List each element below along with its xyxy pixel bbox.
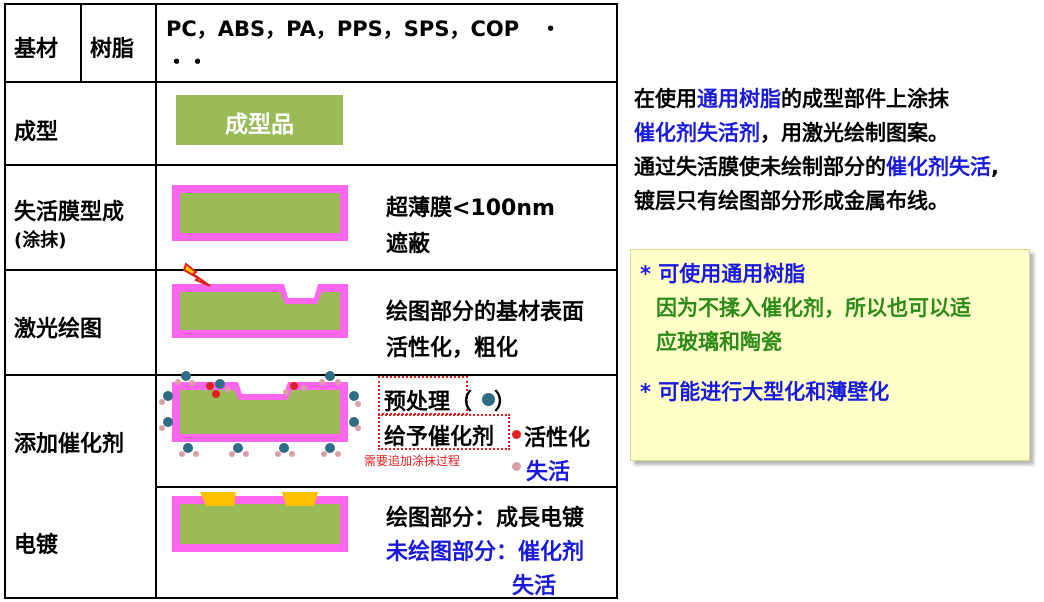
column-divider xyxy=(155,3,157,599)
laser-diagram xyxy=(172,262,348,338)
table-border-left xyxy=(4,3,6,599)
film-shield-text: 遮蔽 xyxy=(386,232,431,257)
resin-part xyxy=(180,504,340,544)
explanation-line-2: 催化剂失活剂，用激光绘制图案。 xyxy=(634,121,949,145)
feature-general-resin-desc-2: 应玻璃和陶瓷 xyxy=(656,330,782,354)
laser-effect-text-2: 活性化，粗化 xyxy=(386,336,519,361)
plated-metal-left xyxy=(200,492,236,506)
feature-large-thin-title: * 可能进行大型化和薄壁化 xyxy=(640,380,890,404)
materials-list-line1: PC，ABS，PA，PPS，SPS，COP ・ xyxy=(166,17,562,41)
row-label-plating: 电镀 xyxy=(14,533,59,558)
feature-general-resin-desc-1: 因为不揉入催化剂，所以也可以适 xyxy=(656,296,971,320)
resin-part xyxy=(180,193,340,233)
table-border-right xyxy=(616,3,618,599)
explanation-line-4: 镀层只有绘图部分形成金属布线。 xyxy=(634,189,949,213)
row-sublabel-coating: (涂抹) xyxy=(14,230,67,251)
plating-undrawn-text-2: 失活 xyxy=(512,574,557,599)
highlight-general-resin: 通用树脂 xyxy=(697,87,781,111)
active-catalyst-label: 活性化 xyxy=(524,426,591,451)
molded-part-label: 成型品 xyxy=(225,112,294,138)
inactive-catalyst-label: 失活 xyxy=(526,460,571,485)
table-border-top xyxy=(4,3,618,5)
row-label-molding: 成型 xyxy=(14,120,59,145)
catalyst-label: 给予催化剂 xyxy=(384,425,495,450)
row-divider xyxy=(4,164,618,166)
inactive-catalyst-icon xyxy=(512,462,521,471)
highlight-deactivator: 催化剂失活剂 xyxy=(634,121,760,145)
row-sublabel-resin: 树脂 xyxy=(90,37,135,62)
row-divider xyxy=(4,81,618,83)
pretreatment-close: ） xyxy=(494,390,517,415)
laser-bolt-icon xyxy=(182,262,211,287)
active-catalyst-icon xyxy=(512,430,521,439)
pretreatment-label: 预处理（ xyxy=(384,390,473,415)
materials-list-line2: ・・ xyxy=(166,50,208,74)
explanation-line-3: 通过失活膜使未绘制部分的催化剂失活, xyxy=(634,155,999,179)
explanation-text: 在使用通用树脂的成型部件上涂抹 催化剂失活剂，用激光绘制图案。 通过失活膜使未绘… xyxy=(634,82,1044,218)
catalyst-diagram xyxy=(159,371,361,457)
feature-general-resin-title: * 可使用通用树脂 xyxy=(640,262,806,286)
plated-metal-right xyxy=(282,492,318,506)
row-label-catalyst: 添加催化剂 xyxy=(14,432,125,457)
plating-drawn-text: 绘图部分：成長电镀 xyxy=(386,506,585,531)
extra-coating-note: 需要追加涂抹过程 xyxy=(364,454,461,468)
highlight-catalyst-deactivation: 催化剂失活 xyxy=(886,155,991,179)
row-label-deactivation: 失活膜型成 xyxy=(14,200,125,225)
column-divider xyxy=(80,3,82,83)
plating-diagram xyxy=(172,492,348,552)
laser-effect-text-1: 绘图部分的基材表面 xyxy=(386,300,585,325)
row-label-substrate: 基材 xyxy=(14,37,59,62)
explanation-line-1: 在使用通用树脂的成型部件上涂抹 xyxy=(634,87,949,111)
row-label-laser: 激光绘图 xyxy=(14,317,103,342)
film-thickness-text: 超薄膜<100nm xyxy=(386,196,555,221)
plating-undrawn-text: 未绘图部分：催化剂 xyxy=(386,540,585,565)
